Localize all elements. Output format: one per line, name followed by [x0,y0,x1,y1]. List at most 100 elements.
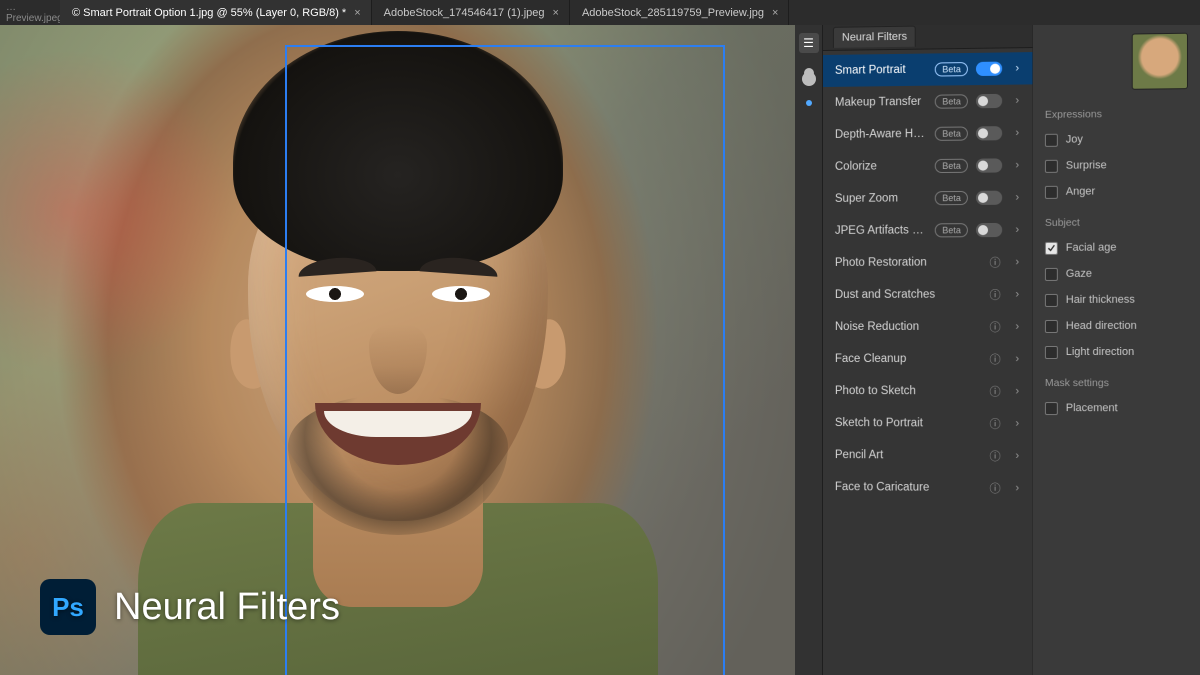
filter-row-depth-aware-haze[interactable]: Depth-Aware HazeBeta› [823,117,1032,151]
face-preview-thumbnail[interactable] [1132,33,1188,90]
filter-row-super-zoom[interactable]: Super Zoom Beta › [823,181,1032,215]
filter-row-noise-reduction[interactable]: Noise Reduction ⓘ › [823,311,1032,343]
filter-label: Face to Caricature [835,481,980,494]
beta-badge: Beta [935,94,968,108]
close-icon[interactable]: × [553,7,559,19]
close-icon[interactable]: × [354,7,360,19]
section-header-subject: Subject [1045,216,1188,229]
filter-row-face-cleanup[interactable]: Face Cleanupⓘ› [823,343,1032,375]
cloud-download-icon[interactable]: ⓘ [988,254,1002,270]
close-icon[interactable]: × [772,7,778,19]
filter-label: Depth-Aware Haze [835,128,927,141]
overlay-title: Ps Neural Filters [40,579,340,635]
checkbox[interactable] [1045,345,1058,358]
option-row-hair-thickness[interactable]: Hair thickness [1045,287,1188,313]
filter-row-photo-to-sketch[interactable]: Photo to Sketchⓘ› [823,375,1032,408]
filter-label: JPEG Artifacts Re… [835,224,927,237]
option-row-joy[interactable]: Joy [1045,125,1188,153]
checkbox[interactable] [1045,293,1058,306]
filter-row-dust-and-scratches[interactable]: Dust and Scratchesⓘ› [823,278,1032,311]
cloud-download-icon[interactable]: ⓘ [988,319,1002,335]
option-row-light-direction[interactable]: Light direction [1045,339,1188,365]
document-tabs-bar: …Preview.jpeg © Smart Portrait Option 1.… [0,0,1200,25]
filter-toggle[interactable] [976,62,1002,76]
vtab-portrait-icon[interactable] [799,63,819,83]
option-row-placement[interactable]: Placement [1045,395,1188,421]
option-row-facial-age[interactable]: Facial age [1045,234,1188,261]
filter-toggle[interactable] [976,126,1002,140]
option-row-gaze[interactable]: Gaze [1045,260,1188,287]
beta-badge: Beta [935,62,968,77]
canvas-area[interactable] [0,25,795,675]
checkbox[interactable] [1045,267,1058,280]
filter-list: Smart PortraitBeta›Makeup TransferBeta›D… [823,48,1032,509]
panel-header-tab[interactable]: Neural Filters [833,26,916,48]
chevron-right-icon: › [1010,288,1024,300]
vtab-beta-icon[interactable] [799,93,819,113]
chevron-right-icon: › [1010,256,1024,268]
cloud-download-icon[interactable]: ⓘ [988,416,1002,432]
chevron-right-icon: › [1010,321,1024,333]
chevron-right-icon: › [1010,159,1024,171]
filter-label: Smart Portrait [835,64,927,77]
filter-toggle[interactable] [976,94,1002,108]
filter-label: Colorize [835,160,927,173]
option-label: Head direction [1066,320,1137,332]
filter-toggle[interactable] [976,158,1002,172]
filter-options-column: Expressions JoySurprise Anger Subject Fac… [1033,22,1200,675]
filter-list-column: Neural Filters Smart Portrait Beta › Makeup… [823,22,1034,675]
filter-row-makeup-transfer[interactable]: Makeup TransferBeta› [823,84,1032,119]
beta-badge: Beta [935,159,968,173]
filter-label: Photo Restoration [835,256,980,269]
filter-row-sketch-to-portrait[interactable]: Sketch to Portraitⓘ› [823,407,1032,440]
neural-filters-panel: ☰ Neural Filters Smart Portrait Beta › Make… [795,25,1200,675]
vtab-all-icon[interactable]: ☰ [799,33,819,53]
option-row-surprise[interactable]: Surprise [1045,152,1188,179]
cloud-download-icon[interactable]: ⓘ [988,383,1002,399]
filter-row-colorize[interactable]: Colorize Beta › [823,149,1032,183]
chevron-right-icon: › [1010,482,1024,494]
cloud-download-icon[interactable]: ⓘ [988,480,1002,496]
tab-truncated-left: …Preview.jpeg [0,0,60,25]
document-tab[interactable]: AdobeStock_285119759_Preview.jpg × [570,0,790,25]
filter-label: Pencil Art [835,449,980,462]
checkbox[interactable] [1045,319,1058,332]
filter-row-face-to-caricature[interactable]: Face to Caricature ⓘ › [823,471,1032,505]
document-tab[interactable]: AdobeStock_174546417 (1).jpeg × [372,0,570,25]
filter-row-pencil-art[interactable]: Pencil Artⓘ› [823,439,1032,472]
cloud-download-icon[interactable]: ⓘ [988,286,1002,302]
checkbox[interactable] [1045,241,1058,254]
checkbox[interactable] [1045,133,1058,146]
document-tab-label: AdobeStock_285119759_Preview.jpg [582,7,764,19]
checkbox[interactable] [1045,185,1058,198]
beta-badge: Beta [935,191,968,205]
chevron-right-icon: › [1010,385,1024,397]
filter-toggle[interactable] [976,191,1002,205]
photoshop-badge-icon: Ps [40,579,96,635]
chevron-right-icon: › [1010,127,1024,139]
option-label: Placement [1066,402,1118,414]
chevron-right-icon: › [1010,353,1024,365]
filter-label: Super Zoom [835,192,927,205]
filter-row-photo-restoration[interactable]: Photo Restoration ⓘ › [823,246,1032,279]
section-header-expressions: Expressions [1045,107,1188,121]
document-tab-label: AdobeStock_174546417 (1).jpeg [384,7,545,19]
option-row-anger[interactable]: Anger [1045,178,1188,205]
checkbox[interactable] [1045,159,1058,172]
portrait-face [183,51,613,611]
app-stage: …Preview.jpeg © Smart Portrait Option 1.… [0,0,1200,675]
cloud-download-icon[interactable]: ⓘ [988,448,1002,464]
chevron-right-icon: › [1010,418,1024,430]
option-label: Anger [1066,186,1095,198]
filter-row-jpeg-artifacts-re[interactable]: JPEG Artifacts Re…Beta› [823,214,1032,247]
filter-label: Noise Reduction [835,321,980,333]
checkbox[interactable] [1045,402,1058,415]
chevron-right-icon: › [1010,192,1024,204]
cloud-download-icon[interactable]: ⓘ [988,351,1002,367]
option-label: Light direction [1066,346,1134,358]
chevron-right-icon: › [1010,224,1024,236]
filter-toggle[interactable] [976,223,1002,237]
chevron-right-icon: › [1010,62,1024,74]
option-row-head-direction[interactable]: Head direction [1045,313,1188,339]
document-tab-active[interactable]: © Smart Portrait Option 1.jpg @ 55% (Lay… [60,0,372,25]
